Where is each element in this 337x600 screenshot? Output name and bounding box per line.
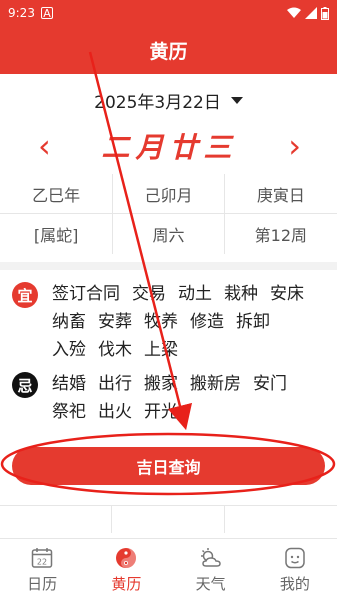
yi-item: 栽种 xyxy=(224,284,258,304)
wifi-icon xyxy=(287,7,301,18)
yi-row: 宜 签订合同 交易 动土 栽种 安床纳畜 安葬 牧养 修造 拆卸入殓 伐木 上梁 xyxy=(12,280,325,364)
yi-item: 签订合同 xyxy=(52,284,120,304)
tab-label-almanac: 黄历 xyxy=(111,574,142,593)
bottom-tab-bar: 22 日历 黄历 天气 我的 xyxy=(0,538,337,600)
app-header: 黄历 xyxy=(0,26,337,74)
month-ganzhi: 己卯月 xyxy=(112,174,225,214)
date-label: 2025年3月22日 xyxy=(94,92,221,113)
yi-items: 签订合同 交易 动土 栽种 安床纳畜 安葬 牧养 修造 拆卸入殓 伐木 上梁 xyxy=(52,280,325,364)
yi-badge: 宜 xyxy=(12,282,38,308)
yi-item: 交易 xyxy=(132,284,166,304)
chevron-right-icon[interactable]: › xyxy=(288,130,301,162)
ji-item: 搬家 xyxy=(144,374,178,394)
ji-badge: 忌 xyxy=(12,372,38,398)
status-time: 9:23 xyxy=(8,6,35,20)
page-title: 黄历 xyxy=(149,40,188,63)
tab-label-calendar: 日历 xyxy=(27,574,58,593)
grid-cell xyxy=(225,506,337,533)
ji-item: 安门 xyxy=(253,374,287,394)
tab-almanac[interactable]: 黄历 xyxy=(84,539,168,600)
yi-item: 安葬 xyxy=(98,312,132,332)
status-bar: 9:23 A xyxy=(0,0,337,26)
query-button-label: 吉日查询 xyxy=(136,458,201,477)
ji-item: 出行 xyxy=(98,374,132,394)
caret-down-icon xyxy=(230,96,243,104)
yi-item: 修造 xyxy=(190,312,224,332)
lunar-day: 二月廿三 xyxy=(101,131,238,164)
tab-label-profile: 我的 xyxy=(279,574,310,593)
notification-icon: A xyxy=(40,7,53,19)
tab-profile[interactable]: 我的 xyxy=(253,539,337,600)
date-selector[interactable]: 2025年3月22日 xyxy=(0,86,337,114)
chevron-left-icon[interactable]: ‹ xyxy=(38,130,51,162)
yi-item: 纳畜 xyxy=(52,312,86,332)
zodiac: [属蛇] xyxy=(33,226,79,245)
year-ganzhi: 乙巳年 xyxy=(0,174,113,214)
tab-weather[interactable]: 天气 xyxy=(169,539,253,600)
section-divider xyxy=(0,262,337,270)
yi-item: 入殓 xyxy=(52,340,86,360)
profile-icon xyxy=(283,546,307,570)
signal-icon xyxy=(305,7,317,19)
lunar-row: ‹ 二月廿三 › xyxy=(0,126,337,166)
yi-item: 牧养 xyxy=(144,312,178,332)
ji-items: 结婚 出行 搬家 搬新房 安门祭祀 出火 开光 xyxy=(52,370,325,426)
yi-item: 拆卸 xyxy=(236,312,270,332)
yi-item: 安床 xyxy=(270,284,304,304)
week-number: 第12周 xyxy=(254,226,308,245)
ji-item: 出火 xyxy=(98,402,132,422)
lower-grid-edge xyxy=(0,505,337,533)
auspicious-day-query-button[interactable]: 吉日查询 xyxy=(12,447,325,485)
grid-cell xyxy=(0,506,113,533)
yi-item: 伐木 xyxy=(98,340,132,360)
ji-item: 搬新房 xyxy=(190,374,241,394)
battery-icon xyxy=(321,6,329,20)
yi-item: 上梁 xyxy=(144,340,178,360)
calendar-icon-day: 22 xyxy=(37,557,47,566)
yin-yang-icon xyxy=(114,546,138,570)
day-ganzhi: 庚寅日 xyxy=(224,174,337,214)
ji-row: 忌 结婚 出行 搬家 搬新房 安门祭祀 出火 开光 xyxy=(12,370,325,426)
ji-item: 祭祀 xyxy=(52,402,86,422)
weather-icon xyxy=(199,546,223,570)
grid-cell xyxy=(112,506,225,533)
tab-calendar[interactable]: 22 日历 xyxy=(0,539,84,600)
status-left: 9:23 A xyxy=(8,6,53,20)
weekday: 周六 xyxy=(112,214,225,254)
ganzhi-grid: 乙巳年 己卯月 庚寅日 [属蛇] 周六 第12周 xyxy=(0,174,337,254)
yi-item: 动土 xyxy=(178,284,212,304)
ji-item: 结婚 xyxy=(52,374,86,394)
tab-label-weather: 天气 xyxy=(195,574,226,593)
yiji-section: 宜 签订合同 交易 动土 栽种 安床纳畜 安葬 牧养 修造 拆卸入殓 伐木 上梁 忌 结婚 出行 搬家搬… xyxy=(0,270,337,426)
calendar-icon: 22 xyxy=(30,546,54,570)
ji-item: 开光 xyxy=(144,402,178,422)
status-right xyxy=(287,6,329,20)
